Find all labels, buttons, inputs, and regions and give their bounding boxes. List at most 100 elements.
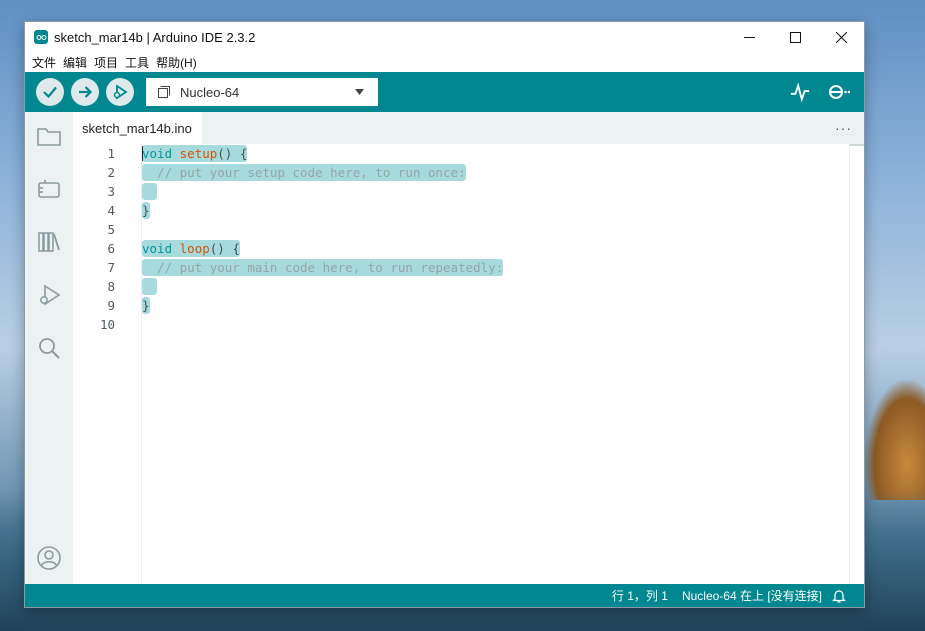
library-manager-button[interactable] xyxy=(35,228,63,256)
line-number: 2 xyxy=(107,165,115,180)
line-number: 7 xyxy=(107,260,115,275)
comment-token: // put your setup code here, to run once… xyxy=(142,165,466,180)
code-token: () { xyxy=(209,241,240,256)
vertical-scrollbar[interactable] xyxy=(849,144,864,584)
close-icon xyxy=(835,31,847,43)
bell-icon[interactable] xyxy=(832,589,846,603)
close-button[interactable] xyxy=(818,22,864,52)
profile-button[interactable] xyxy=(35,544,63,572)
line-number: 8 xyxy=(107,279,115,294)
debug-icon xyxy=(113,84,128,100)
cursor-position[interactable]: 行 1，列 1 xyxy=(612,587,668,604)
maximize-icon xyxy=(789,31,801,43)
line-number-gutter: 1 2 3 4 5 6 7 8 9 10 xyxy=(73,144,142,584)
search-button[interactable] xyxy=(35,334,63,362)
line-number: 1 xyxy=(107,146,115,161)
line-number: 3 xyxy=(107,184,115,199)
tab-sketch-file[interactable]: sketch_mar14b.ino xyxy=(73,112,202,144)
more-actions-button[interactable]: ··· xyxy=(835,120,852,136)
menu-file[interactable]: 文件 xyxy=(31,54,62,71)
menu-edit[interactable]: 编辑 xyxy=(62,54,93,71)
boards-manager-icon xyxy=(38,180,60,198)
board-icon xyxy=(158,86,170,98)
selection-highlight: // put your setup code here, to run once… xyxy=(142,164,466,181)
search-icon xyxy=(39,338,60,359)
maximize-button[interactable] xyxy=(772,22,818,52)
menu-tools[interactable]: 工具 xyxy=(124,54,155,71)
sketchbook-button[interactable] xyxy=(35,122,63,150)
dropdown-caret-icon xyxy=(355,89,364,95)
line-number: 10 xyxy=(99,317,115,332)
selection-highlight: } xyxy=(142,202,150,219)
comment-token: // put your main code here, to run repea… xyxy=(142,260,504,275)
boards-manager-button[interactable] xyxy=(35,175,63,203)
line-number: 5 xyxy=(107,222,115,237)
code-line: void loop() { xyxy=(142,239,864,258)
menu-help[interactable]: 帮助(H) xyxy=(155,54,203,71)
line-number: 4 xyxy=(107,203,115,218)
upload-icon xyxy=(79,86,93,98)
status-bar: 行 1，列 1 Nucleo-64 在上 [没有连接] xyxy=(25,584,864,607)
title-bar: sketch_mar14b | Arduino IDE 2.3.2 xyxy=(25,22,864,52)
left-sidebar xyxy=(25,112,73,584)
code-line xyxy=(142,182,864,201)
selection-highlight: void setup() { xyxy=(142,145,248,162)
code-line xyxy=(142,277,864,296)
code-line: // put your setup code here, to run once… xyxy=(142,163,864,182)
code-line: } xyxy=(142,296,864,315)
menu-project[interactable]: 项目 xyxy=(93,54,124,71)
selection-highlight: } xyxy=(142,297,150,314)
minimize-icon xyxy=(743,36,755,38)
tab-bar: sketch_mar14b.ino ··· xyxy=(73,112,864,144)
serial-plotter-button[interactable] xyxy=(788,80,812,104)
debug-sidebar-icon xyxy=(40,284,61,306)
code-editor[interactable]: 1 2 3 4 5 6 7 8 9 10 void setup() { // p… xyxy=(73,144,864,584)
function-token: loop xyxy=(179,241,210,256)
arduino-logo-icon xyxy=(34,30,48,44)
library-manager-icon xyxy=(38,232,60,252)
line-number: 6 xyxy=(107,241,115,256)
board-connection-status[interactable]: Nucleo-64 在上 [没有连接] xyxy=(682,587,822,604)
code-line: // put your main code here, to run repea… xyxy=(142,258,864,277)
code-line: } xyxy=(142,201,864,220)
selection-highlight: void loop() { xyxy=(142,240,240,257)
board-name: Nucleo-64 xyxy=(180,84,240,100)
code-token: () { xyxy=(217,146,248,161)
code-token: } xyxy=(142,203,150,218)
serial-monitor-icon xyxy=(829,85,850,99)
debug-button[interactable] xyxy=(106,78,134,106)
serial-plotter-icon xyxy=(790,82,810,103)
line-number: 9 xyxy=(107,298,115,313)
profile-icon xyxy=(37,546,61,570)
upload-button[interactable] xyxy=(71,78,99,106)
toolbar: Nucleo-64 xyxy=(25,72,864,112)
keyword-token: void xyxy=(142,146,173,161)
serial-monitor-button[interactable] xyxy=(826,80,850,104)
folder-icon xyxy=(37,128,61,146)
selection-highlight xyxy=(142,278,158,295)
keyword-token: void xyxy=(142,241,173,256)
selection-highlight: // put your main code here, to run repea… xyxy=(142,259,504,276)
desktop-background xyxy=(865,380,925,500)
ide-window: sketch_mar14b | Arduino IDE 2.3.2 文件 编辑 … xyxy=(25,22,864,607)
code-lines: void setup() { // put your setup code he… xyxy=(142,144,864,584)
debug-panel-button[interactable] xyxy=(35,281,63,309)
function-token: setup xyxy=(179,146,218,161)
board-selector[interactable]: Nucleo-64 xyxy=(146,78,378,106)
minimize-button[interactable] xyxy=(726,22,772,52)
code-line: void setup() { xyxy=(142,144,864,163)
verify-button[interactable] xyxy=(36,78,64,106)
main-area: sketch_mar14b.ino ··· 1 2 3 4 5 6 7 8 9 … xyxy=(25,112,864,584)
code-token: } xyxy=(142,298,150,313)
editor-area: sketch_mar14b.ino ··· 1 2 3 4 5 6 7 8 9 … xyxy=(73,112,864,584)
menu-bar: 文件 编辑 项目 工具 帮助(H) xyxy=(25,52,864,72)
verify-icon xyxy=(43,86,57,99)
window-title: sketch_mar14b | Arduino IDE 2.3.2 xyxy=(54,29,256,45)
selection-highlight xyxy=(142,183,158,200)
